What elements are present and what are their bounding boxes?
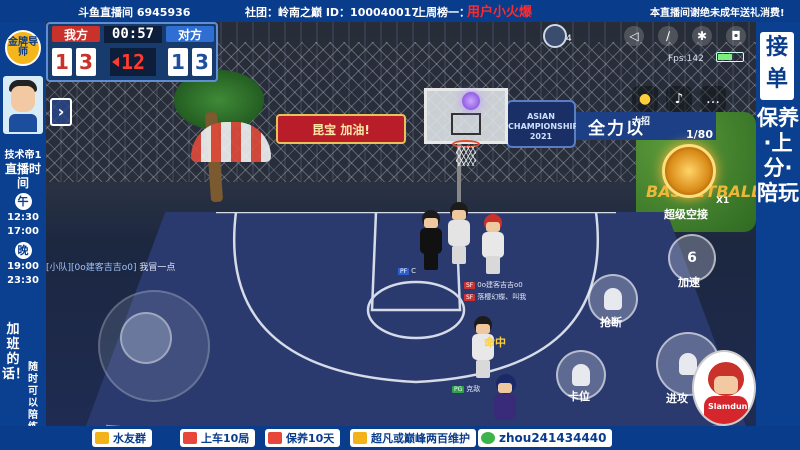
car-icon: [183, 432, 197, 444]
skill-multiplier: X1: [716, 196, 730, 206]
rank-maintenance-tag: 超凡或巅峰两百维护: [350, 429, 476, 447]
noon-end: 17:00: [7, 226, 39, 237]
chat-sender: [0o建客吉吉o0]: [71, 263, 137, 273]
scoreboard: 我方 00:57 对方 1 3 12 1 3: [46, 22, 218, 82]
gold-mentor-logo: 金牌导师: [5, 30, 41, 66]
cheer-banner: 昆宝 加油!: [276, 114, 406, 144]
sf-badge-1: SF: [464, 282, 476, 289]
spectator-count: 4: [566, 34, 572, 44]
minor-notice: 本直播间谢绝未成年送礼消费!: [650, 8, 785, 19]
chat-text: 我冒一点: [139, 263, 176, 273]
sf-name-2: 落樱幻蝶、叫我: [477, 293, 527, 301]
player-red-1: [478, 214, 508, 282]
accelerate-count: 6: [687, 250, 697, 266]
schedule-title: 直播时间: [4, 162, 41, 190]
chat-bubble-icon[interactable]: …: [700, 86, 726, 112]
left-info-panel: 金牌导师 技术帝1 直播时间 午 12:30 17:00 晚 19:00 23:…: [0, 22, 46, 433]
steal-label: 抢断: [600, 316, 622, 329]
pf-name: C: [411, 267, 416, 275]
chevron-right-icon: ›: [57, 102, 65, 121]
post-up-label: 卡位: [568, 390, 590, 403]
big-move-button[interactable]: ●: [632, 86, 658, 112]
player-defender-1: [416, 210, 446, 280]
player-foreground: [488, 374, 522, 426]
screenshot-camera-icon[interactable]: ◘: [726, 26, 746, 46]
right-info-panel: 接单 保养·上分·陪玩: [756, 22, 800, 426]
night-badge: 晚: [14, 242, 32, 259]
joystick-thumb[interactable]: [120, 312, 172, 364]
championship-logo: ASIAN CHAMPIONSHIP 2021: [506, 100, 578, 148]
overtime-text: 加班的话！: [2, 322, 29, 382]
sf-badge-2: SF: [464, 294, 476, 301]
basketball-small-icon: ●: [638, 91, 652, 107]
ride-along-tag: 上车10局: [180, 429, 256, 447]
game-timer: 00:57: [104, 26, 162, 43]
away-score-ones: 3: [192, 48, 212, 76]
top-supporter-name: 用户小火爆: [467, 5, 533, 20]
steal-icon: [604, 288, 622, 310]
streamer-name: 技术帝1: [4, 150, 42, 161]
speaker-mute-icon[interactable]: ◁: [624, 26, 644, 46]
slamdunk-mascot-logo: Slamdunk: [692, 350, 756, 426]
streamer-avatar: [3, 76, 43, 134]
overtime-subtext: 随时可以陪练: [28, 362, 38, 433]
maintenance-tag: 保养10天: [265, 429, 341, 447]
wechat-contact-tag: zhou241434440: [478, 429, 613, 447]
super-alley-oop-label: 超级空接: [664, 208, 708, 221]
skill-counter: 1/80: [686, 128, 713, 141]
services-text: 保养·上分·陪玩: [757, 106, 799, 205]
pg-name: 克敌: [466, 385, 481, 393]
microphone-icon[interactable]: ♪: [666, 86, 692, 112]
signal-fill: [718, 54, 732, 60]
noon-badge: 午: [14, 193, 32, 210]
trophy-icon: [353, 432, 367, 444]
accept-orders-label: 接单: [760, 32, 794, 100]
game-viewport[interactable]: 昆宝 加油! ASIAN CHAMPIONSHIP 2021 全力以 PF C …: [46, 22, 756, 426]
mic-mute-icon[interactable]: ∕: [658, 26, 678, 46]
battery-signal-indicator: [716, 52, 744, 62]
player-center: [444, 202, 474, 280]
club-info: 社团：岭南之巅 ID：100040017: [245, 6, 419, 19]
night-start: 19:00: [7, 261, 39, 272]
spectator-avatar[interactable]: [543, 24, 567, 48]
pf-badge: PF: [398, 268, 410, 275]
super-alley-oop-button[interactable]: [662, 144, 716, 198]
accelerate-label: 加速: [678, 276, 700, 289]
possession-arrow-icon: [112, 57, 119, 67]
fps-readout: Fps:142: [668, 54, 704, 64]
home-team-label: 我方: [52, 26, 100, 42]
post-up-icon: [572, 364, 590, 386]
system-icon-row: ◁ ∕ ✱ ◘: [624, 26, 746, 46]
room-number: 斗鱼直播间 6945936: [78, 6, 191, 19]
home-score-tens: 1: [52, 48, 72, 76]
basketball-icon: [462, 92, 480, 110]
home-score-ones: 3: [76, 48, 96, 76]
player-tag-sf-2: SF 落樱幻蝶、叫我: [464, 292, 526, 302]
expand-panel-button[interactable]: ›: [50, 98, 72, 126]
player-tag-pf: PF C: [398, 267, 416, 275]
player-tag-sf-1: SF 0o建客吉吉o0: [464, 280, 523, 290]
hit-indicator: 命中: [484, 336, 506, 349]
team-chat-message: [小队][0o建客吉吉o0] 我冒一点: [46, 260, 175, 273]
rank-label: 上周榜一：: [415, 6, 470, 19]
group-icon: [95, 432, 109, 444]
wechat-icon: [481, 432, 495, 444]
pg-badge: PG: [452, 386, 465, 393]
fan-group-tag: 水友群: [92, 429, 152, 447]
stream-top-bar: 斗鱼直播间 6945936 社团：岭南之巅 ID：100040017 上周榜一：…: [0, 0, 800, 22]
attack-label: 进攻: [666, 392, 688, 405]
noon-start: 12:30: [7, 212, 39, 223]
chat-channel-tag: [小队]: [46, 263, 72, 273]
sf-name-1: 0o建客吉吉o0: [477, 281, 523, 289]
gift-icon: [268, 432, 282, 444]
live-schedule: 直播时间 午 12:30 17:00 晚 19:00 23:30: [0, 162, 46, 288]
away-score-tens: 1: [168, 48, 188, 76]
player-tag-pg: PG 克敌: [452, 384, 480, 394]
big-move-label: 大招: [632, 117, 651, 127]
night-end: 23:30: [7, 275, 39, 286]
away-team-label: 对方: [166, 26, 214, 42]
hoop-net: [456, 146, 476, 166]
settings-gear-icon[interactable]: ✱: [692, 26, 712, 46]
stream-bottom-bar: 水友群 上车10局 保养10天 超凡或巅峰两百维护 zhou241434440: [0, 426, 800, 450]
